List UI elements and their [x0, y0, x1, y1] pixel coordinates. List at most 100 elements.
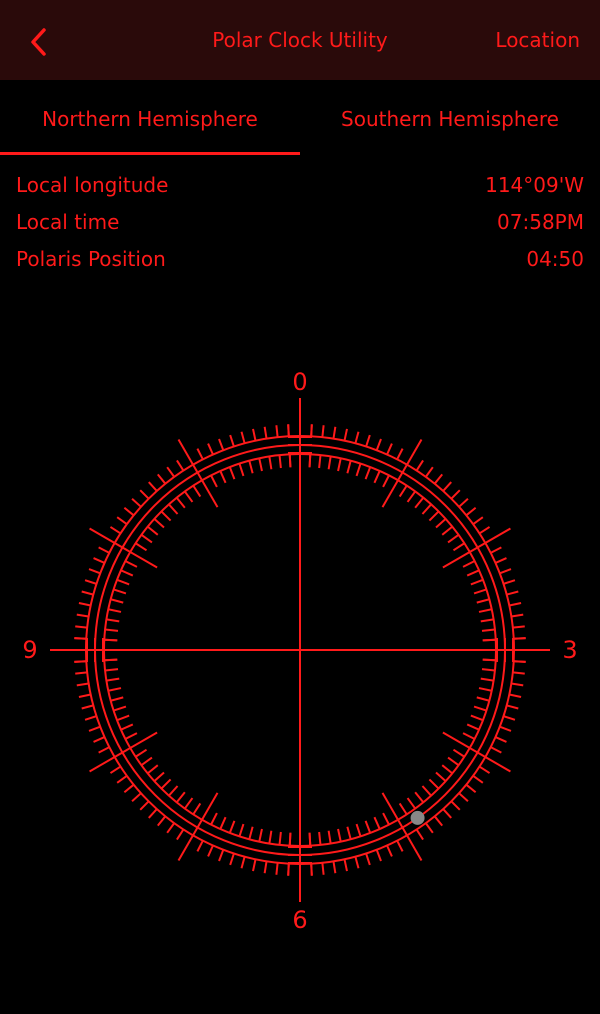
minute-tick-inner [435, 771, 447, 782]
dial-label-9: 9 [22, 636, 38, 664]
minute-tick-outer [472, 516, 484, 526]
minute-tick-outer [78, 602, 91, 607]
minute-tick-outer [240, 856, 246, 869]
minute-tick-inner [373, 470, 381, 484]
minute-tick-outer [365, 434, 371, 447]
minute-tick-inner [110, 696, 124, 702]
minute-tick-inner [104, 628, 119, 632]
minute-tick-outer [93, 557, 105, 564]
hemisphere-tabs: Northern Hemisphere Southern Hemisphere [0, 80, 600, 158]
minute-tick-inner [373, 816, 381, 830]
minute-tick-inner [192, 802, 202, 815]
minute-tick-outer [365, 853, 371, 866]
minute-tick-inner [337, 828, 342, 842]
minute-tick-inner [481, 668, 496, 672]
minute-tick-inner [183, 797, 194, 810]
minute-tick-outer [139, 800, 150, 811]
location-button[interactable]: Location [495, 28, 580, 52]
minute-tick-outer [490, 746, 502, 754]
minute-tick-inner [452, 748, 465, 758]
tab-northern-hemisphere[interactable]: Northern Hemisphere [0, 80, 300, 158]
minute-tick-outer [88, 725, 101, 732]
minute-tick-inner [428, 778, 440, 790]
minute-tick-inner [108, 687, 122, 692]
minute-tick-inner [337, 458, 342, 472]
polaris-position-label: Polaris Position [16, 247, 166, 271]
tab-southern-hemisphere[interactable]: Southern Hemisphere [300, 80, 600, 158]
minute-tick-outer [495, 557, 507, 564]
local-time-label: Local time [16, 210, 120, 234]
minute-tick-inner [327, 830, 332, 844]
minute-tick-outer [207, 845, 214, 857]
minute-tick-inner [258, 828, 263, 842]
minute-tick-inner [382, 474, 390, 488]
minute-tick-inner [160, 510, 172, 522]
minute-tick-outer [109, 526, 122, 535]
minute-tick-inner [441, 525, 453, 536]
minute-tick-outer [321, 425, 325, 438]
minute-tick-outer [74, 637, 87, 640]
minute-tick-outer [116, 774, 128, 784]
minute-tick-inner [308, 454, 312, 468]
minute-tick-inner [447, 533, 460, 544]
minute-tick-inner [278, 831, 282, 846]
minute-tick-inner [414, 497, 425, 509]
minute-tick-inner [466, 569, 480, 577]
minute-tick-inner [140, 756, 153, 767]
minute-tick-outer [503, 579, 516, 585]
minute-tick-inner [406, 490, 417, 503]
minute-tick-outer [176, 459, 185, 472]
minute-tick-inner [147, 525, 159, 536]
minute-tick-outer [275, 425, 279, 438]
minute-tick-outer [93, 736, 105, 743]
minute-tick-outer [433, 473, 444, 485]
minute-tick-inner [288, 454, 292, 468]
minute-tick-inner [153, 771, 165, 782]
minute-tick-inner [398, 802, 408, 815]
minute-tick-outer [156, 473, 167, 485]
minute-tick-outer [84, 715, 97, 721]
dial-graphic [50, 398, 550, 902]
minute-tick-inner [140, 533, 153, 544]
minute-tick-inner [398, 485, 408, 498]
selected-tab-indicator [0, 152, 300, 155]
minute-tick-outer [465, 783, 477, 794]
back-button[interactable] [22, 22, 58, 62]
minute-tick-inner [124, 560, 138, 568]
minute-tick-outer [509, 602, 522, 607]
minute-tick-inner [248, 460, 254, 474]
minute-tick-outer [218, 849, 225, 862]
minute-tick-inner [318, 831, 322, 846]
minute-tick-outer [196, 840, 204, 852]
minute-tick-inner [124, 732, 138, 740]
minute-tick-inner [327, 456, 332, 470]
minute-tick-inner [268, 456, 273, 470]
minute-tick-inner [288, 832, 292, 846]
minute-tick-inner [219, 470, 227, 484]
minute-tick-outer [75, 671, 88, 675]
minute-tick-outer [131, 792, 142, 802]
minute-tick-outer [196, 448, 204, 460]
minute-tick-outer [458, 498, 469, 508]
minute-tick-inner [104, 668, 119, 672]
minute-tick-outer [513, 637, 526, 640]
minute-tick-outer [98, 746, 110, 754]
minute-tick-inner [364, 820, 372, 834]
minute-tick-outer [275, 862, 279, 875]
minute-tick-inner [355, 463, 362, 477]
minute-tick-outer [98, 546, 110, 554]
minute-tick-inner [435, 518, 447, 529]
minute-tick-inner [192, 485, 202, 498]
minute-tick-outer [332, 426, 337, 439]
minute-tick-inner [113, 588, 127, 595]
minute-tick-outer [88, 568, 101, 575]
minute-tick-inner [476, 598, 490, 604]
minute-tick-outer [156, 815, 167, 827]
minute-tick-outer [511, 613, 524, 618]
minute-tick-inner [210, 474, 218, 488]
minute-tick-outer [310, 863, 313, 876]
minute-tick-outer [207, 443, 214, 455]
minute-tick-inner [147, 764, 159, 775]
minute-tick-inner [480, 618, 494, 623]
minute-tick-inner [104, 638, 118, 642]
